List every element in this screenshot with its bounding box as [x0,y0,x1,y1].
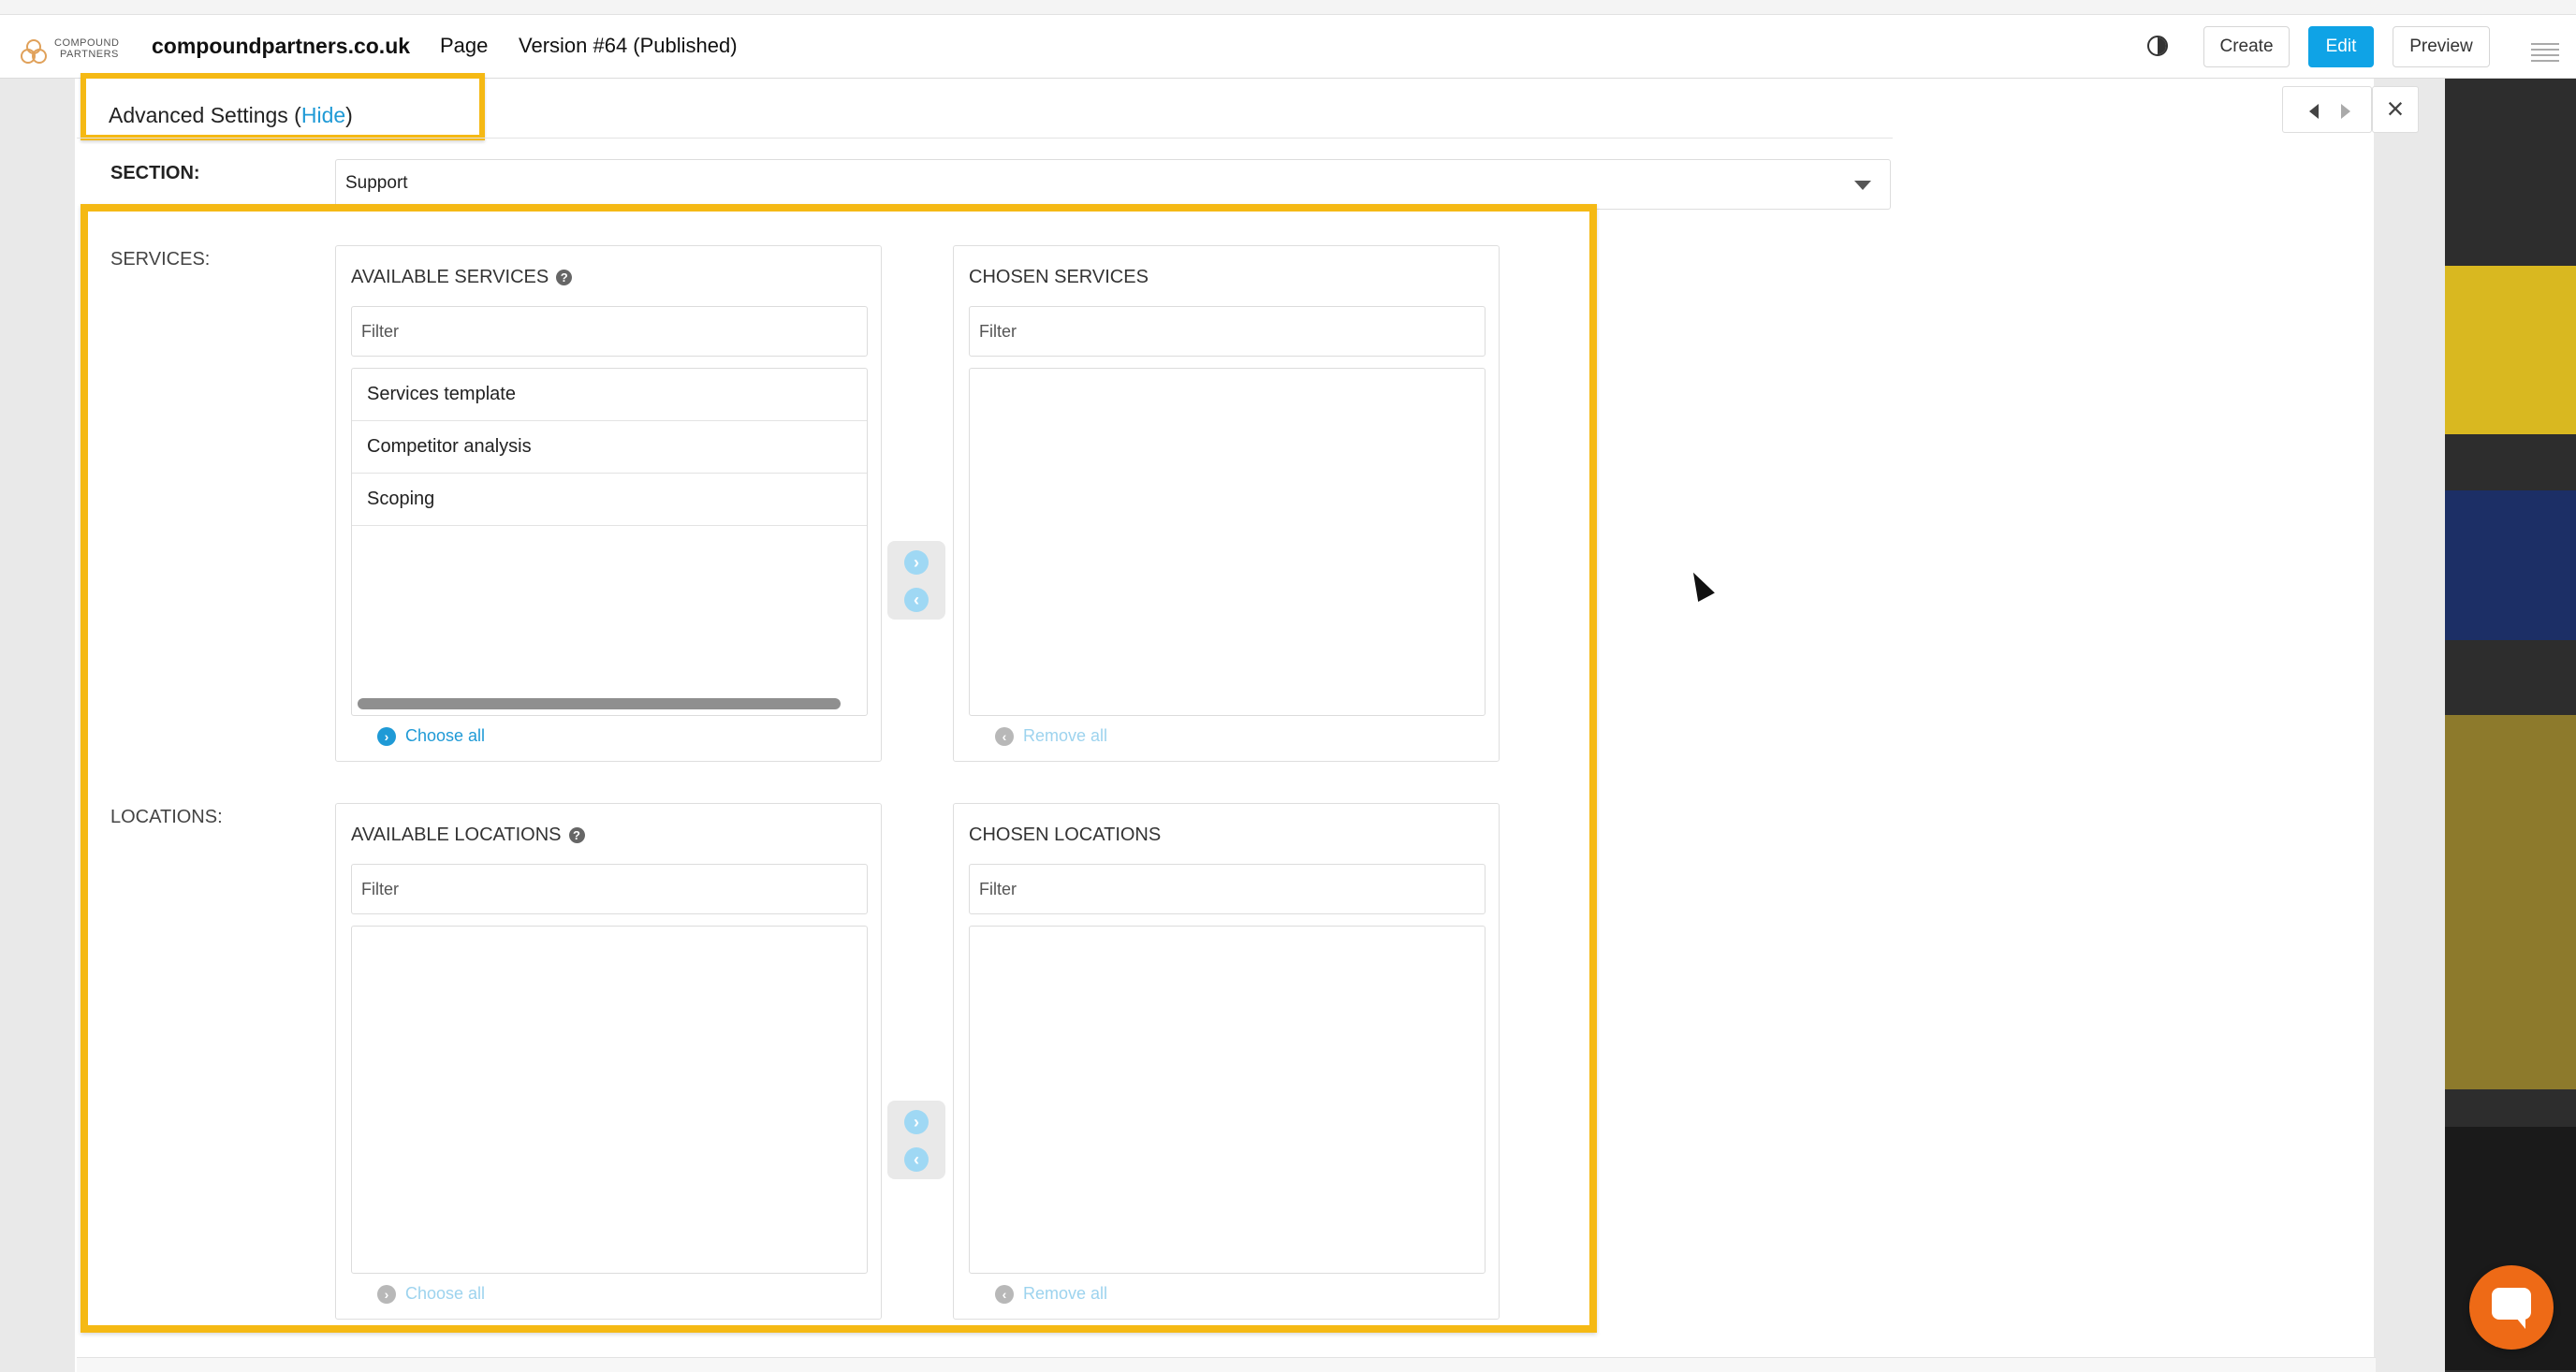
list-item[interactable]: Competitor analysis [352,421,867,474]
create-button[interactable]: Create [2203,26,2290,67]
services-move-buttons: › ‹ [887,541,945,620]
section-select[interactable]: Support [335,159,1891,210]
chosen-services-box: CHOSEN SERVICES ‹ Remove all [953,245,1500,762]
next-section-strip [77,1357,2376,1372]
logo-rings-icon [21,39,52,66]
triangle-right-icon[interactable] [2341,104,2350,119]
chosen-locations-filter[interactable] [969,864,1486,914]
move-left-icon[interactable]: ‹ [904,1147,929,1172]
available-locations-box: AVAILABLE LOCATIONS? › Choose all [335,803,882,1320]
remove-all-label: Remove all [1023,1284,1108,1303]
question-circle-icon[interactable]: ? [556,270,573,285]
question-circle-icon[interactable]: ? [568,827,585,843]
advanced-settings-title: Advanced Settings ( [109,103,301,127]
available-services-list[interactable]: Services template Competitor analysis Sc… [351,368,868,716]
available-locations-list[interactable] [351,926,868,1274]
move-right-icon[interactable]: › [904,550,929,575]
available-services-title: AVAILABLE SERVICES [351,267,549,287]
choose-all-locations-link[interactable]: › Choose all [377,1284,485,1304]
remove-all-services-link[interactable]: ‹ Remove all [995,726,1107,746]
site-name[interactable]: compoundpartners.co.uk [152,34,410,59]
arrow-left-circle-icon: ‹ [995,1284,1014,1304]
remove-all-locations-link[interactable]: ‹ Remove all [995,1284,1107,1304]
chat-launcher-button[interactable] [2469,1265,2554,1350]
available-services-filter[interactable] [351,306,868,357]
chosen-services-filter[interactable] [969,306,1486,357]
arrow-right-circle-icon: › [377,726,396,746]
chosen-locations-list[interactable] [969,926,1486,1274]
divider [77,138,1893,139]
chosen-locations-box: CHOSEN LOCATIONS ‹ Remove all [953,803,1500,1320]
cms-toolbar: COMPOUND PARTNERS compoundpartners.co.uk… [0,15,2576,79]
available-locations-title: AVAILABLE LOCATIONS [351,825,562,845]
pager-controls [2282,86,2372,133]
browser-top-strip [0,0,2576,15]
chosen-locations-title: CHOSEN LOCATIONS [969,825,1162,845]
hamburger-menu-icon[interactable] [2531,39,2559,66]
arrow-left-circle-icon: ‹ [995,726,1014,746]
available-services-box: AVAILABLE SERVICES? Services template Co… [335,245,882,762]
site-logo[interactable]: COMPOUND PARTNERS [21,26,124,67]
available-locations-filter[interactable] [351,864,868,914]
list-item[interactable]: Services template [352,369,867,421]
choose-all-label: Choose all [405,726,486,745]
chevron-down-icon [1854,181,1871,190]
contrast-icon[interactable] [2147,36,2168,56]
locations-label: LOCATIONS: [110,807,223,827]
close-icon[interactable]: × [2372,86,2419,133]
triangle-left-icon[interactable] [2309,104,2319,119]
chat-bubble-icon [2492,1288,2531,1329]
choose-all-services-link[interactable]: › Choose all [377,726,485,746]
services-label: SERVICES: [110,249,211,270]
logo-text-line1: COMPOUND [54,37,120,49]
locations-move-buttons: › ‹ [887,1101,945,1179]
page-preview-strip [2445,79,2576,1372]
chosen-services-title: CHOSEN SERVICES [969,267,1149,287]
move-right-icon[interactable]: › [904,1110,929,1134]
section-label: SECTION: [110,163,200,183]
advanced-settings-header: Advanced Settings (Hide) [80,73,485,140]
list-item[interactable]: Scoping [352,474,867,526]
preview-button[interactable]: Preview [2393,26,2490,67]
horizontal-scrollbar[interactable] [358,698,841,709]
chosen-services-list[interactable] [969,368,1486,716]
section-selected-value: Support [345,173,408,193]
hide-link[interactable]: Hide [301,103,345,127]
remove-all-label: Remove all [1023,726,1108,745]
move-left-icon[interactable]: ‹ [904,588,929,612]
logo-text-line2: PARTNERS [60,49,119,60]
arrow-right-circle-icon: › [377,1284,396,1304]
edit-button[interactable]: Edit [2308,26,2374,67]
choose-all-label: Choose all [405,1284,486,1303]
version-label[interactable]: Version #64 (Published) [519,34,738,58]
page-menu[interactable]: Page [440,34,488,58]
